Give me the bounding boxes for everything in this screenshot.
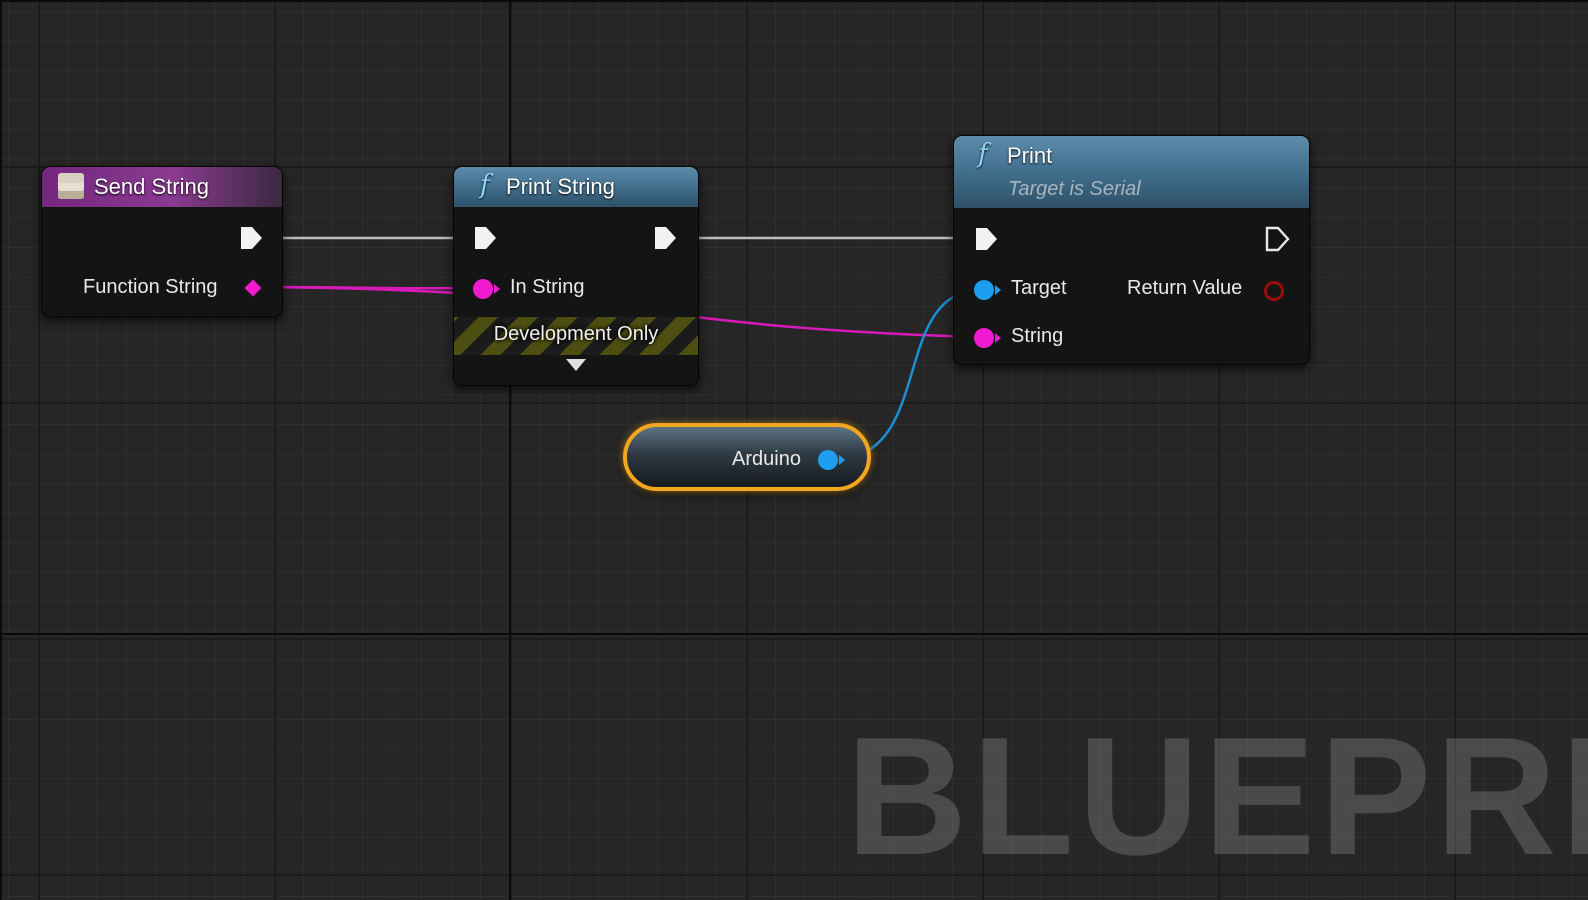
return-value-pin[interactable] [1264,281,1284,301]
target-pin[interactable] [974,280,994,300]
print-string-node[interactable]: f Print String In String Development Onl… [453,166,699,386]
arduino-output-pin-arrow [839,455,845,465]
function-string-label: Function String [83,276,218,298]
exec-out-pin[interactable] [238,225,264,251]
send-string-header[interactable]: Send String [42,167,282,207]
function-icon: f [978,139,988,169]
print-string-title: Print String [506,174,615,199]
target-pin-arrow [995,285,1001,295]
print-title: Print [1007,143,1053,168]
string-label: String [1011,325,1064,347]
function-string-pin[interactable] [244,279,262,297]
print-subtitle: Target is Serial [1008,178,1141,200]
exec-out-pin[interactable] [652,225,678,251]
print-header[interactable]: f Print Target is Serial [954,136,1309,208]
development-only-label: Development Only [493,323,659,345]
in-string-pin[interactable] [473,279,493,299]
print-string-header[interactable]: f Print String [454,167,698,207]
in-string-label: In String [510,276,585,298]
exec-in-pin[interactable] [973,226,999,252]
target-label: Target [1011,277,1067,299]
blueprint-watermark: BLUEPRINT [846,702,1588,890]
arduino-label: Arduino [732,448,801,470]
print-node[interactable]: f Print Target is Serial Target Return V… [953,135,1310,365]
return-value-label: Return Value [1127,277,1243,299]
arduino-output-pin[interactable] [818,450,838,470]
send-string-node[interactable]: Send String Function String [41,166,283,317]
in-string-pin-arrow [494,284,500,294]
function-icon: f [480,170,490,200]
string-pin[interactable] [974,328,994,348]
send-string-title: Send String [94,174,209,199]
exec-out-pin[interactable] [1264,226,1290,252]
event-icon [58,173,84,199]
string-pin-arrow [995,333,1001,343]
exec-in-pin[interactable] [472,225,498,251]
expand-arrow-icon[interactable] [566,359,586,371]
arduino-variable-node[interactable]: Arduino [623,423,871,491]
